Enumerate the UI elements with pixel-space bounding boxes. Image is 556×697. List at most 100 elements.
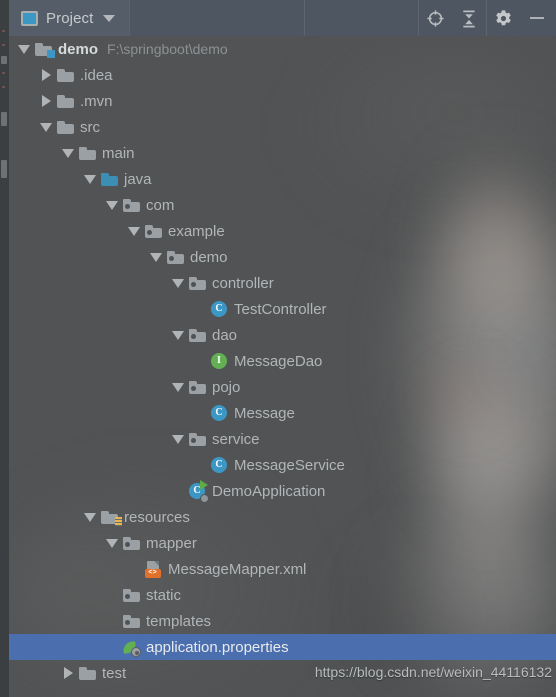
- tree-row-pojo[interactable]: pojo: [9, 374, 556, 400]
- folder-icon: [56, 120, 74, 134]
- package-folder-icon: [122, 614, 140, 628]
- tab-project[interactable]: Project: [9, 0, 131, 36]
- tree-expander-collapsed[interactable]: [37, 62, 55, 88]
- chevron-down-icon: [106, 538, 118, 548]
- tree-row--mvn[interactable]: .mvn: [9, 88, 556, 114]
- tree-expander-expanded[interactable]: [169, 322, 187, 348]
- tree-row-label: DemoApplication: [212, 482, 326, 500]
- tab-project-label: Project: [46, 9, 94, 27]
- package-dot-icon: [168, 255, 174, 261]
- collapse-all-icon[interactable]: [452, 0, 486, 36]
- chevron-down-icon: [62, 148, 74, 158]
- ide-project-tool-window: Project demo F:\springboot\demo .idea .m…: [0, 0, 556, 697]
- tree-row-label: com: [146, 196, 175, 214]
- gear-icon[interactable]: [486, 0, 520, 36]
- tree-row-label: test: [102, 664, 127, 682]
- tree-expander-expanded[interactable]: [169, 270, 187, 296]
- java-class-icon-wrap: C: [209, 296, 229, 322]
- header-spacer: [130, 0, 306, 36]
- tree-row-label: static: [146, 586, 182, 604]
- tree-row-static[interactable]: static: [9, 582, 556, 608]
- project-tree[interactable]: demo F:\springboot\demo .idea .mvn src main ja…: [9, 36, 556, 697]
- tree-expander-expanded[interactable]: [169, 374, 187, 400]
- tree-expander-expanded[interactable]: [125, 218, 143, 244]
- gear-icon-svg: [496, 9, 511, 25]
- folder-icon: [78, 666, 96, 680]
- tree-row-message[interactable]: C Message: [9, 400, 556, 426]
- tree-row-label: .mvn: [80, 92, 113, 110]
- tree-expander-expanded[interactable]: [59, 140, 77, 166]
- tree-row-src[interactable]: src: [9, 114, 556, 140]
- package-folder-icon: [188, 276, 206, 290]
- source-root-folder-icon: [100, 172, 118, 186]
- java-class-icon: C: [211, 405, 227, 421]
- chevron-down-icon[interactable]: [103, 14, 116, 22]
- locate-icon[interactable]: [418, 0, 452, 36]
- tree-node-icon: [55, 62, 75, 88]
- folder-body: [78, 149, 96, 160]
- tree-row-dao[interactable]: dao: [9, 322, 556, 348]
- tree-row-path: F:\springboot\demo: [107, 41, 228, 57]
- package-dot-icon: [124, 541, 130, 547]
- tree-expander-collapsed[interactable]: [59, 660, 77, 686]
- tree-node-icon: [33, 36, 55, 62]
- tree-row-label: main: [102, 144, 135, 162]
- package-dot-icon: [146, 229, 152, 235]
- header-gap: [305, 0, 418, 36]
- tree-row-label: TestController: [234, 300, 327, 318]
- properties-gear-icon: [130, 646, 141, 657]
- tree-row-label: application.properties: [146, 638, 289, 656]
- tree-row-label: demo: [58, 40, 99, 58]
- chevron-down-icon: [18, 44, 30, 54]
- tree-row-messagemapper-xml[interactable]: <> MessageMapper.xml: [9, 556, 556, 582]
- tree-node-icon: [121, 582, 141, 608]
- tree-row-resources[interactable]: resources: [9, 504, 556, 530]
- tree-expander-expanded[interactable]: [103, 192, 121, 218]
- tree-row-controller[interactable]: controller: [9, 270, 556, 296]
- minimize-icon[interactable]: [520, 0, 554, 36]
- chevron-down-icon: [172, 434, 184, 444]
- tree-row-service[interactable]: service: [9, 426, 556, 452]
- tree-row-label: .idea: [80, 66, 113, 84]
- tree-node-icon: [77, 660, 97, 686]
- package-folder-icon: [166, 250, 184, 264]
- tree-expander-collapsed[interactable]: [37, 88, 55, 114]
- left-tool-strip[interactable]: [0, 0, 9, 697]
- tree-row-demo[interactable]: demo: [9, 244, 556, 270]
- xml-tag-badge: <>: [144, 569, 161, 578]
- tree-expander-expanded[interactable]: [81, 504, 99, 530]
- spring-badge-icon: [200, 494, 209, 503]
- spring-boot-main-class-icon-wrap: C: [187, 478, 209, 504]
- package-folder-icon: [122, 536, 140, 550]
- tree-expander-expanded[interactable]: [169, 426, 187, 452]
- tree-row-example[interactable]: example: [9, 218, 556, 244]
- tree-row-testcontroller[interactable]: C TestController: [9, 296, 556, 322]
- tree-row-com[interactable]: com: [9, 192, 556, 218]
- tree-expander-expanded[interactable]: [147, 244, 165, 270]
- tree-row-demoapplication[interactable]: C DemoApplication: [9, 478, 556, 504]
- run-arrow-icon: [200, 480, 208, 490]
- package-folder-icon: [188, 328, 206, 342]
- tree-row-messageservice[interactable]: C MessageService: [9, 452, 556, 478]
- chevron-down-icon: [40, 122, 52, 132]
- tree-row--idea[interactable]: .idea: [9, 62, 556, 88]
- xml-file-icon: <>: [144, 561, 162, 578]
- tree-expander-expanded[interactable]: [37, 114, 55, 140]
- tree-row-main[interactable]: main: [9, 140, 556, 166]
- tree-row-label: pojo: [212, 378, 241, 396]
- tree-row-templates[interactable]: templates: [9, 608, 556, 634]
- tree-expander-expanded[interactable]: [81, 166, 99, 192]
- tree-row-messagedao[interactable]: I MessageDao: [9, 348, 556, 374]
- tree-expander-expanded[interactable]: [103, 530, 121, 556]
- package-folder-icon: [188, 380, 206, 394]
- tree-row-test[interactable]: test: [9, 660, 556, 686]
- tree-row-mapper[interactable]: mapper: [9, 530, 556, 556]
- tree-node-icon: [77, 140, 97, 166]
- locate-icon-svg: [427, 9, 444, 27]
- package-dot-icon: [190, 333, 196, 339]
- tree-row-demo[interactable]: demo F:\springboot\demo: [9, 36, 556, 62]
- chevron-down-icon: [84, 174, 96, 184]
- tree-row-application-properties[interactable]: application.properties: [9, 634, 556, 660]
- tree-row-java[interactable]: java: [9, 166, 556, 192]
- tree-expander-expanded[interactable]: [15, 36, 33, 62]
